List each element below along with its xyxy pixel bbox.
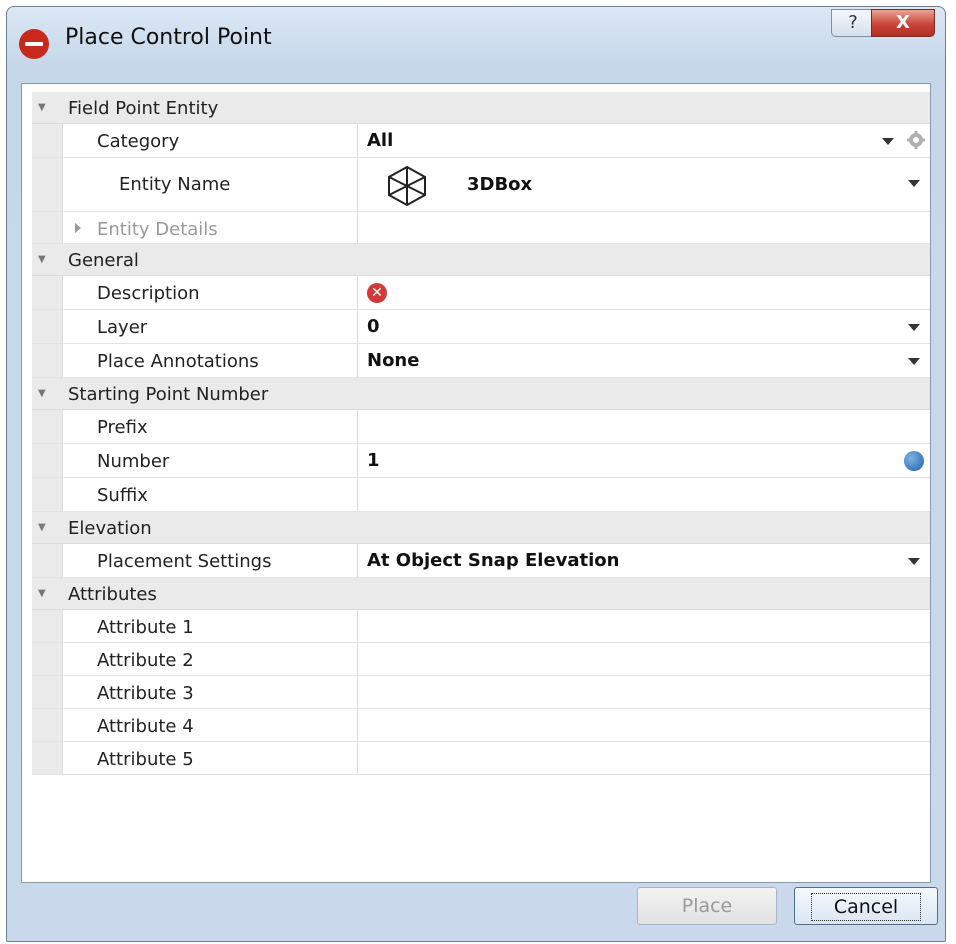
property-label: Attribute 2 — [97, 650, 194, 671]
property-label: Suffix — [97, 485, 148, 506]
property-label: Place Annotations — [97, 351, 259, 372]
property-label: Attribute 1 — [97, 617, 194, 638]
category-label: General — [68, 250, 139, 271]
category-label: Attributes — [68, 584, 157, 605]
category-starting-point-number[interactable]: ▼ Starting Point Number — [32, 378, 930, 410]
property-label: Attribute 3 — [97, 683, 194, 704]
category-dropdown[interactable]: All — [359, 124, 930, 157]
property-row-suffix[interactable]: Suffix — [32, 478, 930, 512]
dialog-title: Place Control Point — [65, 25, 272, 50]
property-row-attribute[interactable]: Attribute 4 — [32, 709, 930, 742]
collapse-arrow-icon[interactable]: ▼ — [38, 254, 46, 265]
attribute-field[interactable] — [359, 742, 930, 774]
category-label: Elevation — [68, 518, 152, 539]
property-label: Prefix — [97, 417, 148, 438]
property-label: Category — [97, 131, 180, 152]
cancel-button[interactable]: Cancel — [794, 887, 938, 925]
description-field[interactable]: ✕ — [359, 276, 930, 309]
layer-dropdown[interactable]: 0 — [359, 310, 930, 343]
property-row-number[interactable]: Number 1 — [32, 444, 930, 478]
property-label: Entity Details — [97, 219, 218, 240]
chevron-down-icon[interactable] — [908, 558, 920, 565]
suffix-field[interactable] — [359, 478, 930, 511]
place-button[interactable]: Place — [637, 887, 777, 925]
category-general[interactable]: ▼ General — [32, 244, 930, 276]
property-row-placement-settings[interactable]: Placement Settings At Object Snap Elevat… — [32, 544, 930, 578]
collapse-arrow-icon[interactable]: ▼ — [38, 102, 46, 113]
error-icon: ✕ — [367, 283, 387, 303]
app-logo-icon — [19, 29, 49, 59]
chevron-down-icon[interactable] — [908, 180, 920, 187]
attribute-field[interactable] — [359, 610, 930, 642]
chevron-down-icon[interactable] — [908, 358, 920, 365]
cancel-button-label: Cancel — [810, 893, 922, 921]
property-row-entity-name[interactable]: Entity Name 3DBox — [32, 158, 930, 212]
placement-settings-value: At Object Snap Elevation — [367, 550, 620, 571]
gear-icon[interactable] — [906, 130, 926, 150]
globe-icon[interactable] — [904, 451, 924, 471]
placement-settings-dropdown[interactable]: At Object Snap Elevation — [359, 544, 930, 577]
expand-arrow-icon[interactable] — [75, 223, 81, 233]
property-row-attribute[interactable]: Attribute 2 — [32, 643, 930, 676]
layer-value: 0 — [367, 316, 380, 337]
property-row-place-annotations[interactable]: Place Annotations None — [32, 344, 930, 378]
property-row-entity-details[interactable]: Entity Details — [32, 212, 930, 244]
place-annotations-dropdown[interactable]: None — [359, 344, 930, 377]
help-button[interactable]: ? — [831, 9, 875, 37]
place-annotations-value: None — [367, 350, 420, 371]
entity-name-dropdown[interactable]: 3DBox — [359, 158, 930, 211]
property-label: Number — [97, 451, 170, 472]
property-row-layer[interactable]: Layer 0 — [32, 310, 930, 344]
property-label: Entity Name — [119, 174, 231, 195]
collapse-arrow-icon[interactable]: ▼ — [38, 388, 46, 399]
attribute-field[interactable] — [359, 709, 930, 741]
property-label: Attribute 5 — [97, 749, 194, 770]
dialog-window: Place Control Point ? X ▼ Field Point En… — [6, 6, 946, 942]
category-attributes[interactable]: ▼ Attributes — [32, 578, 930, 610]
prefix-field[interactable] — [359, 410, 930, 443]
property-row-prefix[interactable]: Prefix — [32, 410, 930, 444]
collapse-arrow-icon[interactable]: ▼ — [38, 588, 46, 599]
property-row-attribute[interactable]: Attribute 1 — [32, 610, 930, 643]
title-bar[interactable]: Place Control Point ? X — [7, 7, 945, 69]
property-row-category[interactable]: Category All — [32, 124, 930, 158]
property-row-attribute[interactable]: Attribute 3 — [32, 676, 930, 709]
collapse-arrow-icon[interactable]: ▼ — [38, 522, 46, 533]
number-field[interactable]: 1 — [359, 444, 930, 477]
number-value: 1 — [367, 450, 380, 471]
category-elevation[interactable]: ▼ Elevation — [32, 512, 930, 544]
property-row-attribute[interactable]: Attribute 5 — [32, 742, 930, 775]
category-label: Field Point Entity — [68, 98, 219, 119]
close-button[interactable]: X — [871, 9, 935, 37]
property-label: Description — [97, 283, 200, 304]
chevron-down-icon[interactable] — [882, 138, 894, 145]
property-grid: ▼ Field Point Entity Category All Entity… — [32, 92, 930, 775]
property-grid-panel: ▼ Field Point Entity Category All Entity… — [21, 83, 931, 883]
property-label: Attribute 4 — [97, 716, 194, 737]
category-label: Starting Point Number — [68, 384, 269, 405]
entity-name-value: 3DBox — [467, 174, 533, 195]
category-value: All — [367, 130, 394, 151]
chevron-down-icon[interactable] — [908, 324, 920, 331]
property-row-description[interactable]: Description ✕ — [32, 276, 930, 310]
3dbox-icon — [388, 165, 426, 207]
property-label: Layer — [97, 317, 148, 338]
attribute-field[interactable] — [359, 676, 930, 708]
category-field-point-entity[interactable]: ▼ Field Point Entity — [32, 92, 930, 124]
property-label: Placement Settings — [97, 551, 272, 572]
attribute-field[interactable] — [359, 643, 930, 675]
